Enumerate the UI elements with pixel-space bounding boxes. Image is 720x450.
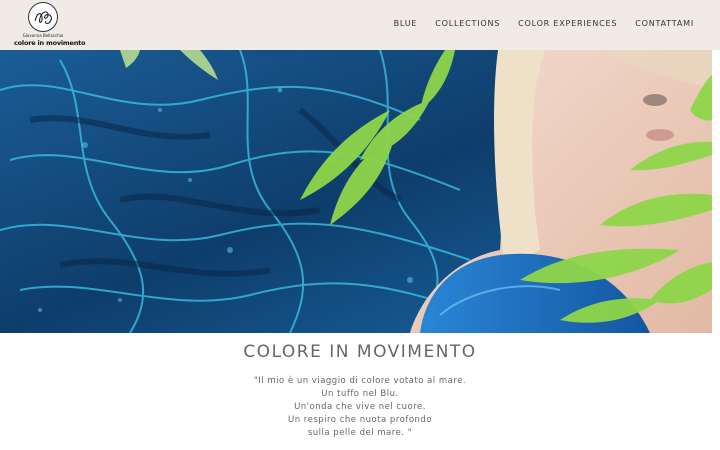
brand-logo[interactable]: Giovanna Bellacchio colore in movimento [14, 2, 85, 48]
intro-quote: "Il mio è un viaggio di colore votato al… [0, 375, 720, 440]
quote-line: Un respiro che nuota profondo [287, 415, 433, 425]
nav-item-blue[interactable]: BLUE [394, 19, 418, 28]
logo-monogram-icon [28, 2, 58, 32]
nav-item-collections[interactable]: COLLECTIONS [435, 19, 500, 28]
site-header: Giovanna Bellacchio colore in movimento … [0, 0, 720, 50]
hero-image [0, 50, 712, 333]
quote-line: "Il mio è un viaggio di colore votato al… [253, 376, 467, 386]
nav-item-color-experiences[interactable]: COLOR EXPERIENCES [518, 19, 617, 28]
quote-line: Un'onda che vive nel cuore. [294, 402, 426, 412]
brand-name: Giovanna Bellacchio [22, 33, 64, 38]
quote-line: Un tuffo nel Blu. [321, 389, 399, 399]
brand-tagline: colore in movimento [14, 39, 86, 47]
main-nav: BLUE COLLECTIONS COLOR EXPERIENCES CONTA… [394, 19, 694, 28]
page-title: COLORE IN MOVIMENTO [243, 342, 477, 362]
quote-line: sulla pelle del mare. " [307, 428, 413, 438]
nav-item-contattami[interactable]: CONTATTAMI [635, 19, 694, 28]
